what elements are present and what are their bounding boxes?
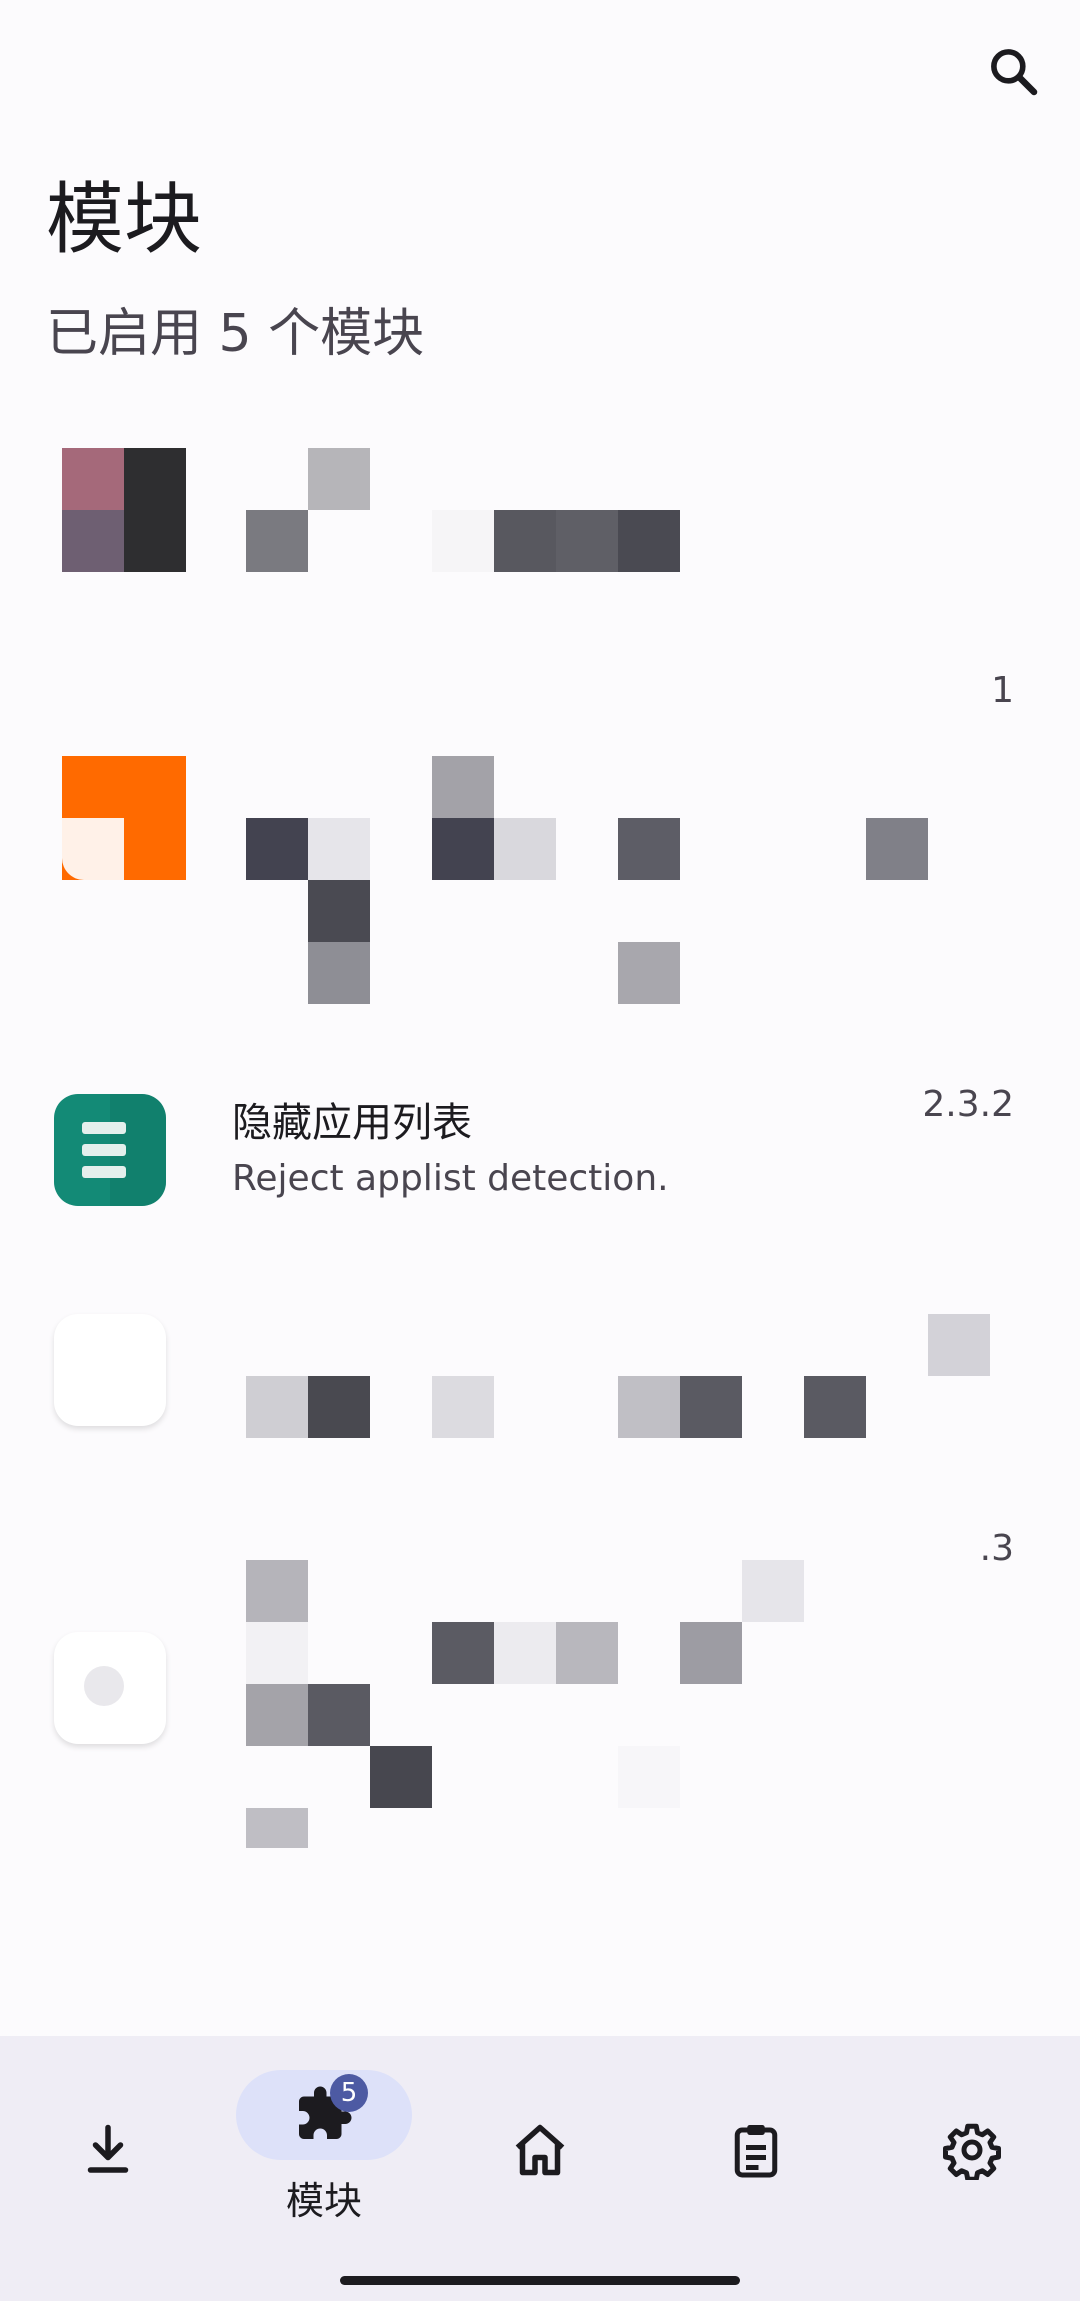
page-title: 模块 — [46, 175, 203, 265]
enabled-count-subtitle: 已启用 5 个模块 — [46, 304, 425, 364]
module-name: 隐藏应用列表 — [232, 1100, 472, 1146]
module-icon — [54, 1632, 166, 1744]
module-item-4[interactable] — [0, 1300, 1080, 1460]
nav-item-settings[interactable] — [864, 2036, 1080, 2236]
gesture-home-indicator — [340, 2276, 740, 2285]
module-icon — [62, 448, 186, 572]
module-item-2[interactable]: 1 — [0, 670, 1080, 1010]
module-version: 2.3.2 — [922, 1084, 1014, 1125]
module-version: .3 — [979, 1528, 1014, 1569]
modules-count-badge: 5 — [330, 2074, 368, 2112]
module-item-5[interactable]: .3 — [0, 1520, 1080, 1850]
search-icon — [991, 49, 1038, 96]
module-item-hide-applist[interactable]: 隐藏应用列表 Reject applist detection. 2.3.2 — [0, 1080, 1080, 1230]
applist-icon — [54, 1094, 166, 1206]
top-app-bar — [0, 0, 1080, 140]
nav-item-download[interactable] — [0, 2036, 216, 2236]
module-icon — [54, 1314, 166, 1426]
search-button[interactable] — [978, 36, 1048, 106]
nav-item-home[interactable] — [432, 2036, 648, 2236]
module-icon — [62, 756, 186, 880]
module-item-1[interactable] — [0, 420, 1080, 590]
bottom-navigation: 5 模块 — [0, 2036, 1080, 2301]
download-icon — [87, 2124, 129, 2173]
nav-item-modules[interactable]: 5 模块 — [216, 2036, 432, 2236]
clipboard-icon — [734, 2125, 778, 2178]
module-description: Reject applist detection. — [232, 1158, 669, 1199]
nav-label-modules: 模块 — [285, 2179, 362, 2223]
gear-icon — [943, 2123, 1001, 2180]
nav-item-logs[interactable] — [648, 2036, 864, 2236]
home-icon — [515, 2124, 565, 2176]
module-version: 1 — [991, 670, 1014, 711]
